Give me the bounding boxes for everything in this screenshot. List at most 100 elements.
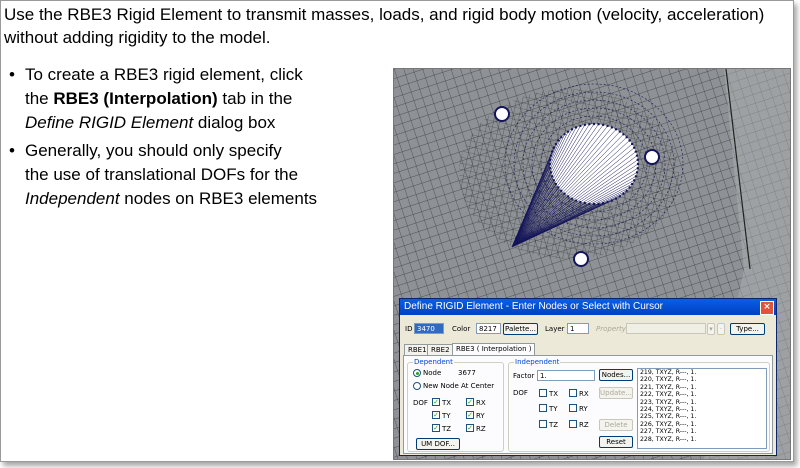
independent-node-marker: [636, 166, 639, 170]
independent-node-marker: [630, 182, 634, 186]
dependent-group: Dependent Node 3677 New Node At Center D…: [407, 358, 504, 452]
independent-node-marker: [563, 133, 566, 136]
list-item[interactable]: 222, TXYZ, R---, 1.: [638, 391, 766, 398]
list-item[interactable]: 220, TXYZ, R---, 1.: [638, 376, 766, 383]
list-item[interactable]: 224, TXYZ, R---, 1.: [638, 406, 766, 413]
independent-node-marker: [601, 201, 605, 205]
bullet1-line3-post: dialog box: [193, 113, 276, 132]
independent-node-marker: [588, 202, 591, 205]
independent-node-marker: [557, 186, 560, 189]
tab-rbe2[interactable]: RBE2: [427, 344, 454, 355]
dep-dof-tz-checkbox[interactable]: ✓: [432, 424, 440, 432]
ind-dof-rz-checkbox[interactable]: [569, 420, 577, 428]
list-item[interactable]: 219, TXYZ, R---, 1.: [638, 369, 766, 376]
dep-dof-rz-checkbox[interactable]: ✓: [466, 424, 474, 432]
independent-node-marker: [583, 123, 587, 127]
independent-group-title: Independent: [514, 358, 561, 366]
factor-input[interactable]: 1.: [537, 370, 595, 381]
independent-node-marker: [566, 195, 570, 198]
bullet2-line3: Independent nodes on RBE3 elements: [25, 187, 379, 211]
independent-node-marker: [552, 179, 556, 182]
property-select[interactable]: [626, 323, 706, 334]
ind-dof-ry-label: RY: [579, 405, 588, 413]
dialog-title-bar[interactable]: Define RIGID Element - Enter Nodes or Se…: [400, 299, 776, 315]
independent-node-marker: [632, 179, 636, 182]
tab-rbe3-interpolation[interactable]: RBE3 ( Interpolation ): [452, 343, 536, 355]
independent-node-marker: [583, 201, 587, 205]
independent-node-marker: [606, 124, 609, 128]
dep-dof-rz-label: RZ: [476, 425, 486, 433]
independent-node-marker: [634, 150, 638, 153]
dialog-title: Define RIGID Element - Enter Nodes or Se…: [404, 301, 663, 312]
layer-label: Layer: [545, 325, 565, 333]
close-icon[interactable]: ×: [760, 301, 774, 315]
independent-node-marker: [606, 200, 609, 204]
list-item[interactable]: 225, TXYZ, R---, 1.: [638, 413, 766, 420]
color-input[interactable]: 8217: [476, 323, 501, 334]
bullet-item-1: • To create a RBE3 rigid element, click …: [9, 63, 379, 135]
independent-node-marker: [614, 128, 618, 131]
independent-node-marker: [610, 126, 614, 129]
bullet2-italic-independent: Independent: [25, 189, 120, 208]
node-label: Node: [423, 369, 442, 377]
ind-dof-tz-checkbox[interactable]: [539, 420, 547, 428]
dependent-group-title: Dependent: [413, 358, 454, 366]
independent-node-marker: [625, 136, 628, 139]
node-radio[interactable]: [413, 369, 421, 377]
property-dropdown-icon[interactable]: ▾: [707, 323, 715, 335]
property-list-icon[interactable]: ·: [717, 323, 725, 335]
ind-dof-ty-checkbox[interactable]: [539, 404, 547, 412]
list-item[interactable]: 228, TXYZ, R---, 1.: [638, 436, 766, 443]
type-button[interactable]: Type...: [730, 323, 765, 335]
dep-dof-rx-checkbox[interactable]: ✓: [466, 398, 474, 406]
independent-node-marker: [579, 200, 582, 204]
dep-dof-rx-label: RX: [476, 399, 486, 407]
palette-button[interactable]: Palette...: [503, 323, 538, 335]
ind-dof-ty-label: TY: [549, 405, 558, 413]
independent-node-marker: [550, 150, 554, 153]
nodes-button[interactable]: Nodes...: [599, 369, 633, 381]
independent-node-marker: [601, 123, 605, 127]
define-rigid-element-dialog: Define RIGID Element - Enter Nodes or Se…: [399, 298, 777, 456]
bullet1-italic-dialog-name: Define RIGID Element: [25, 113, 194, 132]
independent-node-marker: [597, 202, 600, 205]
independent-node-marker: [579, 124, 582, 128]
independent-node-marker: [549, 171, 553, 174]
id-label: ID: [405, 325, 413, 333]
dep-dof-ry-checkbox[interactable]: ✓: [466, 411, 474, 419]
ind-dof-rz-label: RZ: [579, 421, 589, 429]
ind-dof-rx-checkbox[interactable]: [569, 389, 577, 397]
list-item[interactable]: 227, TXYZ, R---, 1.: [638, 428, 766, 435]
independent-node-marker: [592, 202, 596, 206]
bullet2-line1: Generally, you should only specify: [25, 141, 282, 160]
property-label: Property: [596, 325, 626, 333]
independent-node-marker: [634, 175, 638, 178]
reset-button[interactable]: Reset: [599, 436, 633, 448]
independent-node-marker: [636, 158, 639, 162]
id-input[interactable]: 3470: [414, 323, 444, 334]
new-node-at-center-radio[interactable]: [413, 382, 421, 390]
independent-node-marker: [630, 142, 634, 146]
independent-node-marker: [610, 199, 614, 202]
bullet1-line2-post: tab in the: [217, 89, 293, 108]
dep-dof-ty-checkbox[interactable]: ✓: [432, 411, 440, 419]
list-item[interactable]: 223, TXYZ, R---, 1.: [638, 399, 766, 406]
um-dof-button[interactable]: UM DOF...: [416, 438, 460, 450]
ind-dof-tx-checkbox[interactable]: [539, 389, 547, 397]
independent-node-marker: [622, 133, 625, 136]
rbe3-tab-pane: Dependent Node 3677 New Node At Center D…: [403, 355, 773, 454]
independent-node-list[interactable]: 219, TXYZ, R---, 1. 220, TXYZ, R---, 1. …: [637, 368, 767, 449]
bullet-marker: •: [9, 65, 15, 84]
dep-dof-tx-checkbox[interactable]: ✓: [432, 398, 440, 406]
layer-input[interactable]: 1: [567, 323, 589, 334]
list-item[interactable]: 226, TXYZ, R---, 1.: [638, 421, 766, 428]
independent-node-marker: [625, 189, 628, 192]
bullet2-line2: the use of translational DOFs for the: [25, 165, 299, 184]
update-button[interactable]: Update...: [599, 387, 633, 399]
list-item[interactable]: 221, TXYZ, R---, 1.: [638, 384, 766, 391]
ind-dof-ry-checkbox[interactable]: [569, 404, 577, 412]
independent-node-marker: [549, 154, 553, 157]
delete-button[interactable]: Delete: [599, 419, 633, 431]
dep-dof-tz-label: TZ: [442, 425, 452, 433]
independent-node-marker: [548, 162, 552, 166]
